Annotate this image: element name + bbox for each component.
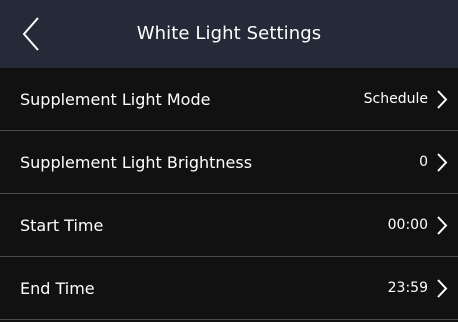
- supplement-light-brightness-row[interactable]: Supplement Light Brightness 0: [0, 131, 458, 194]
- chevron-right-icon: [436, 279, 448, 298]
- white-light-settings-screen: White Light Settings Supplement Light Mo…: [0, 0, 458, 322]
- chevron-right-icon: [436, 90, 448, 109]
- settings-list: Supplement Light Mode Schedule Supplemen…: [0, 68, 458, 320]
- row-label: Supplement Light Brightness: [20, 153, 253, 172]
- row-value: 0: [419, 154, 428, 170]
- back-button[interactable]: [18, 14, 46, 54]
- row-value: 23:59: [387, 280, 428, 296]
- row-label: Start Time: [20, 216, 104, 235]
- row-value: Schedule: [363, 91, 428, 107]
- row-label: End Time: [20, 279, 95, 298]
- supplement-light-mode-row[interactable]: Supplement Light Mode Schedule: [0, 68, 458, 131]
- end-time-row[interactable]: End Time 23:59: [0, 257, 458, 320]
- start-time-row[interactable]: Start Time 00:00: [0, 194, 458, 257]
- title-bar: White Light Settings: [0, 0, 458, 68]
- chevron-left-icon: [22, 17, 39, 51]
- page-title: White Light Settings: [136, 23, 322, 44]
- row-label: Supplement Light Mode: [20, 90, 211, 109]
- chevron-right-icon: [436, 153, 448, 172]
- chevron-right-icon: [436, 216, 448, 235]
- row-value: 00:00: [387, 217, 428, 233]
